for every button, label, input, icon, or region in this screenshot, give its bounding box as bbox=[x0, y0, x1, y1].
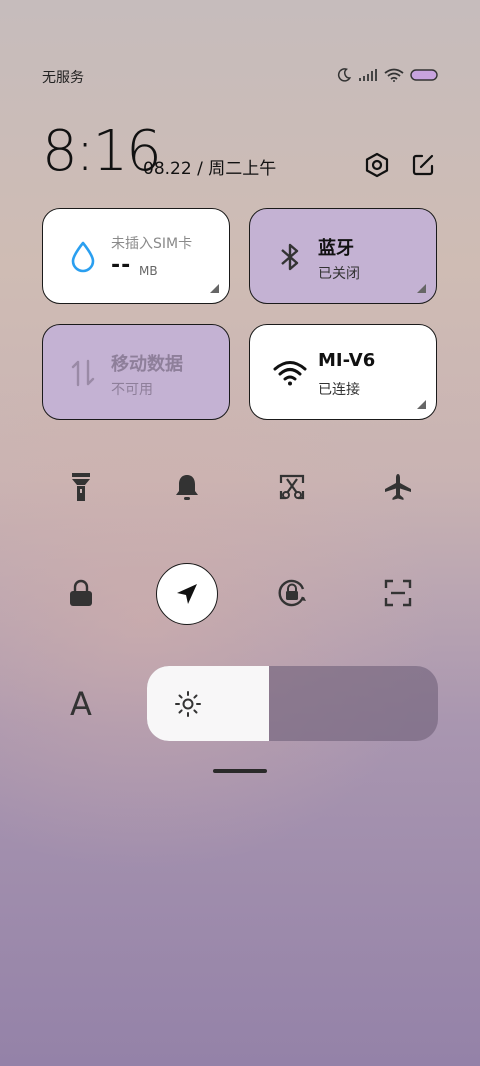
tile-expand-corner bbox=[210, 284, 219, 293]
screenshot-icon bbox=[279, 474, 305, 500]
wifi-network-name: MI-V6 bbox=[318, 350, 376, 371]
wifi-icon bbox=[272, 355, 308, 391]
moon-icon bbox=[337, 68, 352, 82]
bluetooth-tile[interactable]: 蓝牙 已关闭 bbox=[249, 208, 437, 304]
location-toggle[interactable] bbox=[156, 563, 218, 625]
rotation-lock-toggle[interactable] bbox=[262, 563, 322, 623]
flashlight-toggle[interactable] bbox=[51, 457, 111, 517]
edit-button[interactable] bbox=[406, 148, 440, 182]
edit-icon bbox=[412, 154, 434, 176]
data-usage-unit: MB bbox=[139, 264, 158, 278]
sun-icon bbox=[175, 691, 201, 717]
airplane-icon bbox=[385, 474, 411, 500]
brightness-fill bbox=[147, 666, 270, 741]
wifi-tile[interactable]: MI-V6 已连接 bbox=[249, 324, 437, 420]
mobile-data-title: 移动数据 bbox=[111, 354, 183, 375]
water-drop-icon bbox=[65, 239, 101, 275]
flashlight-icon bbox=[72, 473, 90, 501]
wifi-status: 已连接 bbox=[318, 382, 360, 398]
mobile-data-tile[interactable]: 移动数据 不可用 bbox=[42, 324, 230, 420]
font-size-button[interactable]: A bbox=[51, 674, 111, 734]
bluetooth-icon bbox=[272, 239, 308, 275]
bell-icon bbox=[176, 475, 198, 500]
data-usage-tile[interactable]: 未插入SIM卡 -- MB bbox=[42, 208, 230, 304]
status-icons bbox=[336, 67, 438, 83]
rotation-lock-icon bbox=[278, 579, 306, 607]
wifi-icon bbox=[384, 68, 404, 82]
data-usage-value: -- bbox=[111, 253, 132, 278]
brightness-slider[interactable] bbox=[147, 666, 438, 741]
bluetooth-status: 已关闭 bbox=[318, 266, 360, 282]
screenshot-toggle[interactable] bbox=[262, 457, 322, 517]
signal-icon bbox=[359, 69, 377, 81]
location-icon bbox=[177, 584, 197, 604]
battery-icon bbox=[410, 69, 438, 81]
sound-toggle[interactable] bbox=[157, 457, 217, 517]
carrier-text: 无服务 bbox=[42, 70, 84, 86]
lock-screen-toggle[interactable] bbox=[51, 563, 111, 623]
lock-icon bbox=[70, 579, 92, 606]
tile-expand-corner bbox=[417, 400, 426, 409]
mobile-data-status: 不可用 bbox=[111, 382, 153, 398]
airplane-mode-toggle[interactable] bbox=[368, 457, 428, 517]
panel-drag-handle[interactable] bbox=[213, 769, 267, 773]
bluetooth-title: 蓝牙 bbox=[318, 238, 354, 259]
settings-icon bbox=[365, 152, 389, 178]
tile-expand-corner bbox=[417, 284, 426, 293]
sim-status-label: 未插入SIM卡 bbox=[111, 236, 193, 252]
data-arrows-icon bbox=[65, 355, 101, 391]
scan-icon bbox=[384, 579, 412, 607]
status-bar: 无服务 bbox=[42, 62, 438, 90]
scanner-toggle[interactable] bbox=[368, 563, 428, 623]
settings-button[interactable] bbox=[360, 148, 394, 182]
clock-date: 08.22 / 周二上午 bbox=[143, 159, 277, 179]
